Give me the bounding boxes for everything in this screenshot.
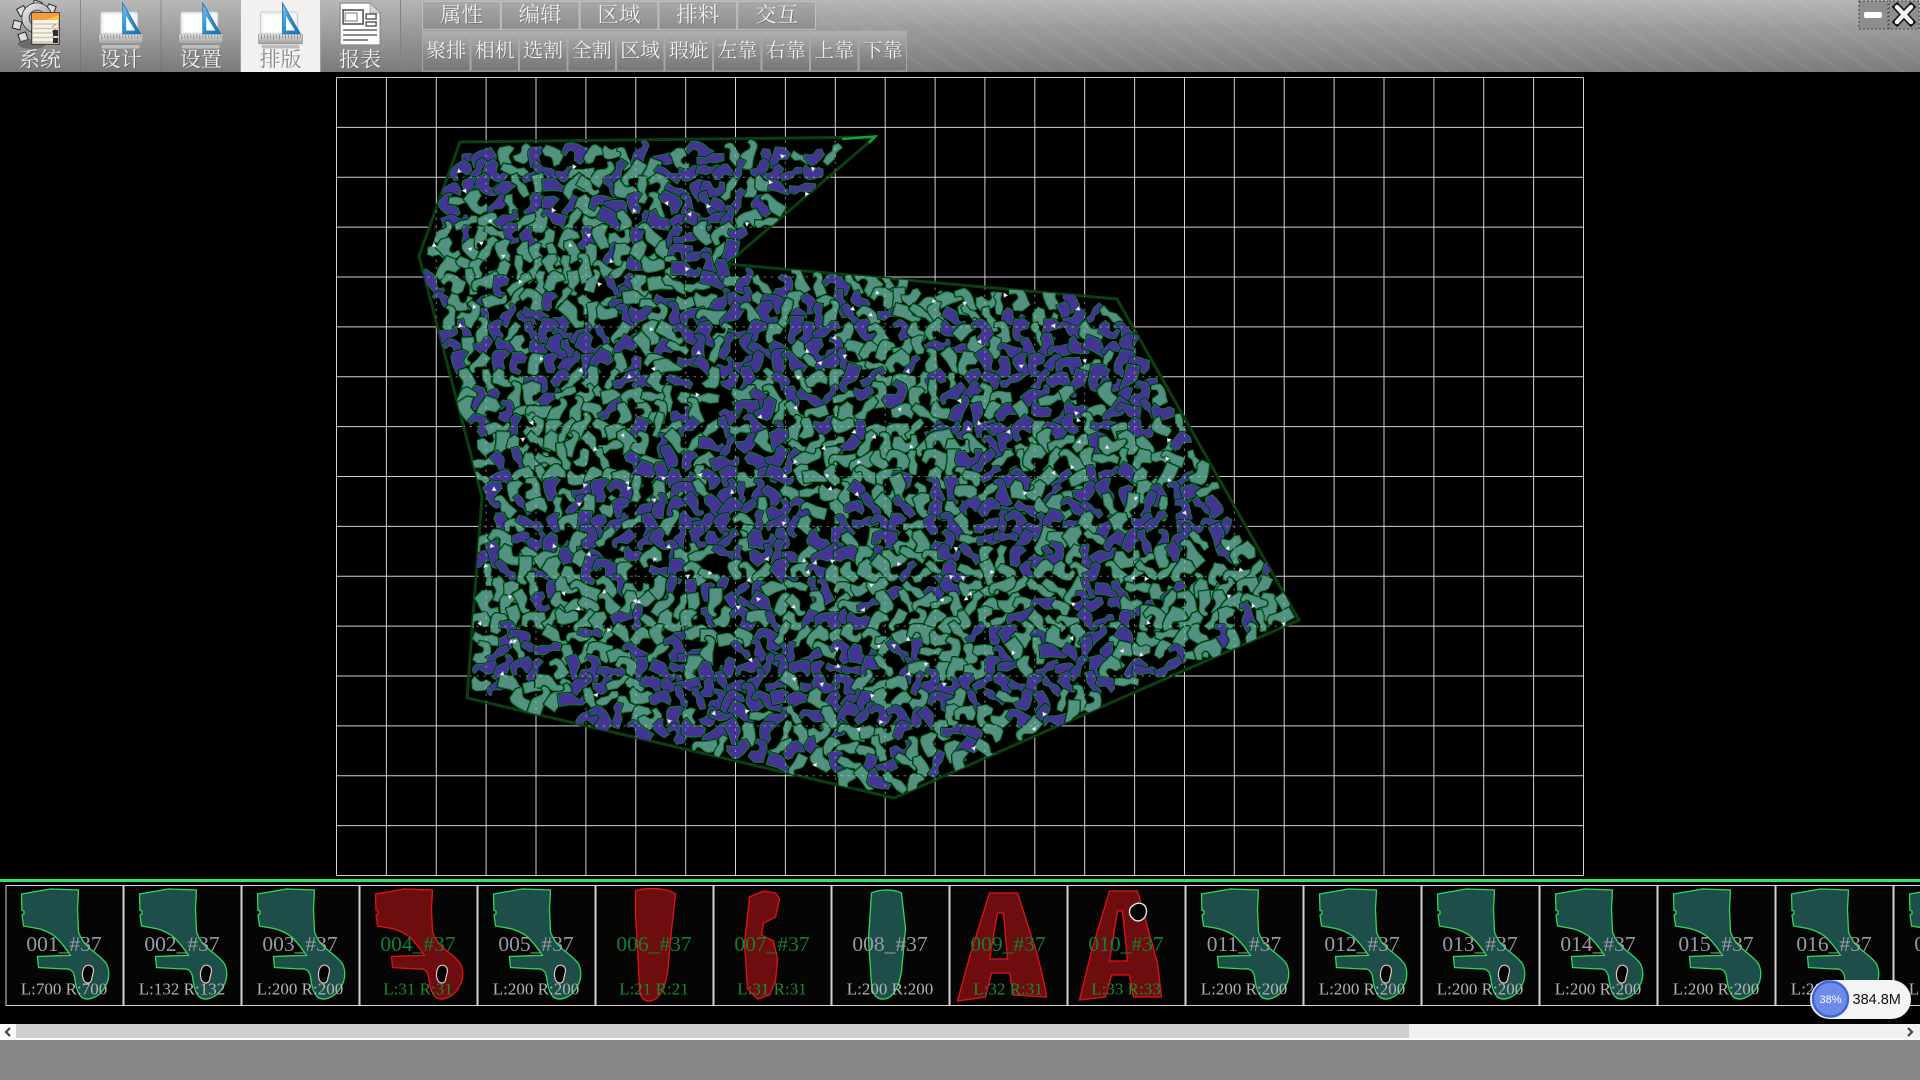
svg-text:017_#37: 017_#37	[1914, 932, 1920, 956]
svg-text:L:33 R:33: L:33 R:33	[1091, 980, 1160, 999]
svg-text:L:200 R:200: L:200 R:200	[1201, 980, 1287, 999]
svg-text:L:31 R:31: L:31 R:31	[737, 980, 806, 999]
svg-text:007_#37: 007_#37	[734, 932, 810, 956]
svg-text:L:200 R:200: L:200 R:200	[1319, 980, 1405, 999]
svg-text:L:200 R:200: L:200 R:200	[493, 980, 579, 999]
svg-text:38%: 38%	[1819, 994, 1841, 1006]
svg-text:L:200 R:200: L:200 R:200	[1673, 980, 1759, 999]
svg-text:L:700 R:700: L:700 R:700	[21, 980, 107, 999]
svg-text:L:200 R:200: L:200 R:200	[257, 980, 343, 999]
svg-text:L:200 R:200: L:200 R:200	[847, 980, 933, 999]
svg-text:L:200 R:200: L:200 R:200	[1555, 980, 1641, 999]
svg-text:003_#37: 003_#37	[262, 932, 338, 956]
svg-text:014_#37: 014_#37	[1560, 932, 1636, 956]
svg-text:001_#37: 001_#37	[26, 932, 102, 956]
svg-text:008_#37: 008_#37	[852, 932, 928, 956]
svg-text:L:200 R:200: L:200 R:200	[1437, 980, 1523, 999]
svg-text:L:132 R:132: L:132 R:132	[139, 980, 225, 999]
svg-text:384.8M: 384.8M	[1853, 992, 1901, 1008]
svg-text:L:31 R:31: L:31 R:31	[383, 980, 452, 999]
svg-text:L:32 R:31: L:32 R:31	[973, 980, 1042, 999]
svg-text:016_#37: 016_#37	[1796, 932, 1872, 956]
svg-text:012_#37: 012_#37	[1324, 932, 1400, 956]
svg-text:013_#37: 013_#37	[1442, 932, 1518, 956]
svg-text:004_#37: 004_#37	[380, 932, 456, 956]
svg-text:002_#37: 002_#37	[144, 932, 220, 956]
svg-text:009_#37: 009_#37	[970, 932, 1046, 956]
svg-text:010_#37: 010_#37	[1088, 932, 1164, 956]
svg-text:011_#37: 011_#37	[1207, 932, 1282, 956]
svg-text:L:21 R:21: L:21 R:21	[619, 980, 688, 999]
svg-text:015_#37: 015_#37	[1678, 932, 1754, 956]
svg-text:005_#37: 005_#37	[498, 932, 574, 956]
svg-text:006_#37: 006_#37	[616, 932, 692, 956]
